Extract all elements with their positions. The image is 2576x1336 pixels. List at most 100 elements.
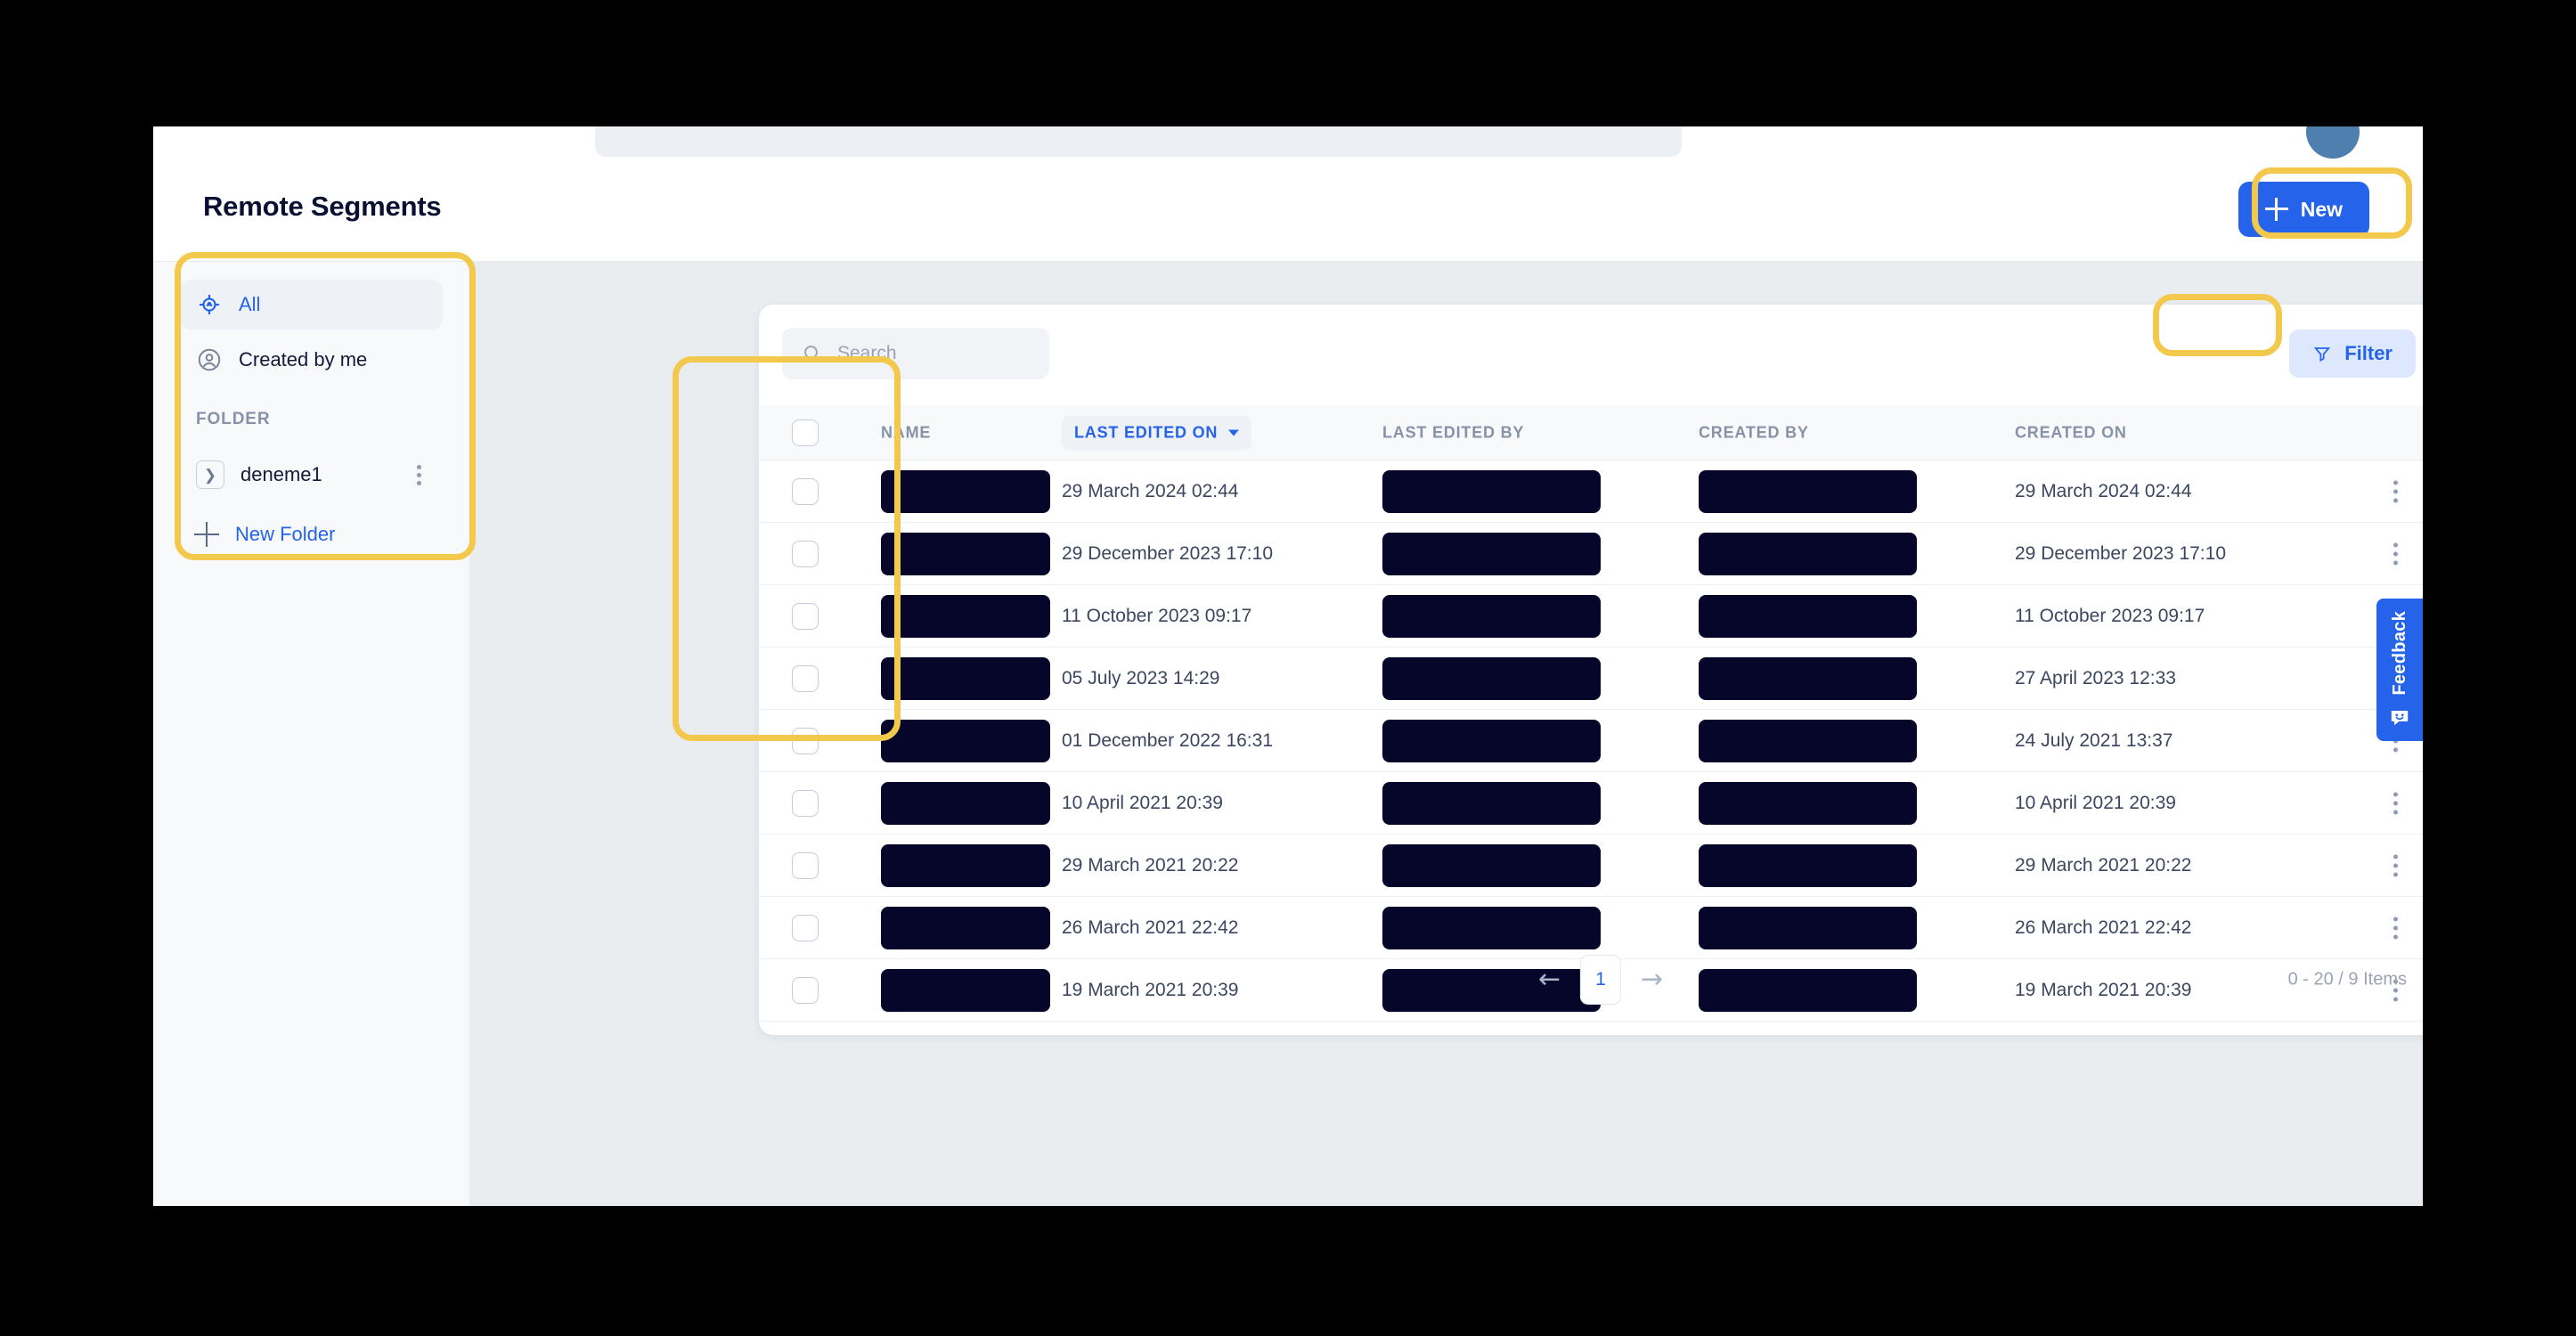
cell-created-by-redacted (1699, 719, 1917, 762)
cell-created-on: 26 March 2021 22:42 (2015, 916, 2192, 938)
arrow-right-icon[interactable]: → (1641, 966, 1663, 993)
row-checkbox[interactable] (792, 727, 819, 754)
application-window: Remote Segments New All Created by me FO… (153, 126, 2423, 1206)
user-circle-icon (198, 348, 221, 371)
table-row[interactable]: 29 March 2024 02:44 29 March 2024 02:44 (759, 460, 2423, 523)
table-row[interactable]: 29 March 2021 20:22 29 March 2021 20:22 (759, 835, 2423, 897)
cell-last-edited-by-redacted (1382, 781, 1601, 825)
row-checkbox[interactable] (792, 789, 819, 817)
cell-created-by-redacted (1699, 781, 1917, 825)
cell-last-edited-by-redacted (1382, 594, 1601, 638)
kebab-menu-icon[interactable] (2393, 854, 2398, 876)
kebab-menu-icon[interactable] (2393, 792, 2398, 814)
sidebar: All Created by me FOLDER ❯ deneme1 New F… (153, 262, 469, 1206)
cell-last-edited-on: 26 March 2021 22:42 (1062, 916, 1239, 938)
feedback-tab[interactable]: Feedback (2376, 599, 2423, 741)
cell-created-on: 29 March 2024 02:44 (2015, 480, 2192, 501)
plus-icon (194, 522, 219, 547)
cell-last-edited-by-redacted (1382, 532, 1601, 575)
cell-last-edited-on: 29 December 2023 17:10 (1062, 542, 1273, 564)
arrow-left-icon[interactable]: ← (1538, 966, 1561, 993)
kebab-menu-icon[interactable] (407, 464, 430, 485)
table-row[interactable]: 26 March 2021 22:42 26 March 2021 22:42 (759, 897, 2423, 959)
cell-name-redacted (881, 781, 1050, 825)
filter-button[interactable]: Filter (2289, 330, 2416, 378)
sidebar-item-created-by-me-label: Created by me (239, 348, 368, 371)
new-button-label: New (2300, 197, 2343, 221)
cell-last-edited-on: 05 July 2023 14:29 (1062, 667, 1220, 688)
filter-button-label: Filter (2344, 342, 2393, 364)
new-button[interactable]: New (2238, 182, 2369, 237)
cell-created-on: 11 October 2023 09:17 (2015, 605, 2205, 626)
sidebar-item-created-by-me[interactable]: Created by me (180, 335, 443, 385)
cell-created-on: 10 April 2021 20:39 (2015, 792, 2176, 813)
cell-last-edited-by-redacted (1382, 469, 1601, 513)
cell-last-edited-on: 29 March 2024 02:44 (1062, 480, 1239, 501)
chevron-right-icon[interactable]: ❯ (196, 460, 224, 489)
sidebar-item-all-label: All (239, 293, 261, 315)
cell-last-edited-by-redacted (1382, 656, 1601, 700)
column-header-created-by[interactable]: CREATED BY (1699, 423, 1917, 442)
cell-name-redacted (881, 469, 1050, 513)
new-folder-label: New Folder (235, 523, 336, 545)
cell-last-edited-by-redacted (1382, 906, 1601, 949)
cell-name-redacted (881, 843, 1050, 887)
sidebar-folder-label: deneme1 (240, 463, 322, 485)
kebab-menu-icon[interactable] (2393, 916, 2398, 939)
avatar[interactable] (2306, 126, 2360, 159)
cell-created-on: 29 December 2023 17:10 (2015, 542, 2226, 564)
cell-last-edited-on: 10 April 2021 20:39 (1062, 792, 1223, 813)
sidebar-item-all[interactable]: All (180, 280, 443, 330)
cell-name-redacted (881, 656, 1050, 700)
cell-created-by-redacted (1699, 532, 1917, 575)
cell-last-edited-on: 29 March 2021 20:22 (1062, 854, 1239, 876)
funnel-icon (2313, 347, 2331, 363)
cell-last-edited-by-redacted (1382, 719, 1601, 762)
search-input[interactable]: Search (782, 328, 1049, 379)
row-checkbox[interactable] (792, 540, 819, 567)
kebab-menu-icon[interactable] (2393, 480, 2398, 502)
column-header-last-edited-by[interactable]: LAST EDITED BY (1382, 423, 1601, 442)
row-checkbox[interactable] (792, 602, 819, 630)
sidebar-folder-deneme1[interactable]: ❯ deneme1 (180, 451, 443, 499)
cell-name-redacted (881, 906, 1050, 949)
item-count-label: 0 - 20 / 9 Items (2287, 969, 2407, 990)
content-area: Search Filter NAME LAST EDITED ON LAST E… (469, 262, 2423, 1206)
table-row[interactable]: 10 April 2021 20:39 10 April 2021 20:39 (759, 772, 2423, 835)
row-checkbox[interactable] (792, 664, 819, 692)
page-number[interactable]: 1 (1580, 955, 1621, 1005)
smiley-chat-icon (2391, 711, 2409, 726)
row-checkbox[interactable] (792, 851, 819, 879)
select-all-checkbox[interactable] (792, 419, 819, 446)
browser-search-bar[interactable] (595, 126, 1682, 157)
cell-name-redacted (881, 719, 1050, 762)
body-area: All Created by me FOLDER ❯ deneme1 New F… (153, 262, 2423, 1206)
new-folder-button[interactable]: New Folder (194, 522, 335, 547)
table-row[interactable]: 11 October 2023 09:17 11 October 2023 09:… (759, 585, 2423, 648)
column-header-created-on[interactable]: CREATED ON (2015, 423, 2127, 442)
table-row[interactable]: 29 December 2023 17:10 29 December 2023 1… (759, 523, 2423, 585)
table-header-row: NAME LAST EDITED ON LAST EDITED BY CREAT… (759, 405, 2423, 460)
plus-icon (2264, 198, 2288, 221)
column-header-name[interactable]: NAME (881, 423, 1050, 442)
cell-created-by-redacted (1699, 906, 1917, 949)
pager-controls: ← 1 → (1538, 955, 1663, 1005)
cell-name-redacted (881, 532, 1050, 575)
cell-created-by-redacted (1699, 594, 1917, 638)
column-header-last-edited-on-label: LAST EDITED ON (1074, 423, 1219, 441)
table-row[interactable]: 05 July 2023 14:29 27 April 2023 12:33 (759, 648, 2423, 710)
search-icon (804, 346, 820, 362)
row-checkbox[interactable] (792, 914, 819, 941)
cell-last-edited-on: 11 October 2023 09:17 (1062, 605, 1252, 626)
cell-created-on: 27 April 2023 12:33 (2015, 667, 2176, 688)
cell-created-by-redacted (1699, 843, 1917, 887)
row-checkbox[interactable] (792, 477, 819, 505)
table-row[interactable]: 01 December 2022 16:31 24 July 2021 13:37 (759, 710, 2423, 772)
feedback-label: Feedback (2389, 610, 2409, 696)
cell-last-edited-on: 01 December 2022 16:31 (1062, 729, 1273, 751)
column-header-last-edited-on[interactable]: LAST EDITED ON (1062, 415, 1252, 450)
sidebar-folder-section-label: FOLDER (196, 410, 271, 428)
page-header: Remote Segments New (153, 159, 2423, 262)
table-card: Search Filter NAME LAST EDITED ON LAST E… (759, 305, 2423, 1035)
kebab-menu-icon[interactable] (2393, 542, 2398, 565)
